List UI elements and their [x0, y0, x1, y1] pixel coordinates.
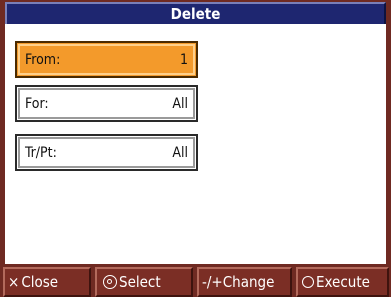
joystick-icon [103, 275, 117, 289]
close-button[interactable]: × Close [3, 267, 91, 297]
close-label: Close [21, 273, 59, 291]
change-label: -/+Change [202, 273, 275, 291]
select-label: Select [119, 273, 161, 291]
for-field[interactable]: For: All [15, 85, 198, 122]
delete-screen: Delete From: 1 For: All Tr/Pt: All × Clos… [0, 0, 391, 297]
track-part-field[interactable]: Tr/Pt: All [15, 134, 198, 171]
content-area: From: 1 For: All Tr/Pt: All [5, 24, 386, 264]
execute-button[interactable]: Execute [296, 267, 389, 297]
select-button[interactable]: Select [95, 267, 193, 297]
from-label: From: [25, 52, 61, 68]
screen-title: Delete [5, 2, 386, 24]
for-value: All [172, 96, 188, 112]
for-label: For: [25, 96, 49, 112]
close-icon: × [8, 273, 20, 291]
change-button[interactable]: -/+Change [197, 267, 292, 297]
track-part-value: All [172, 145, 188, 161]
circle-icon [302, 276, 314, 288]
from-value: 1 [179, 52, 188, 68]
track-part-label: Tr/Pt: [25, 145, 57, 161]
execute-label: Execute [316, 273, 370, 291]
from-field[interactable]: From: 1 [15, 41, 198, 78]
function-bar: × Close Select -/+Change Execute [0, 267, 391, 297]
